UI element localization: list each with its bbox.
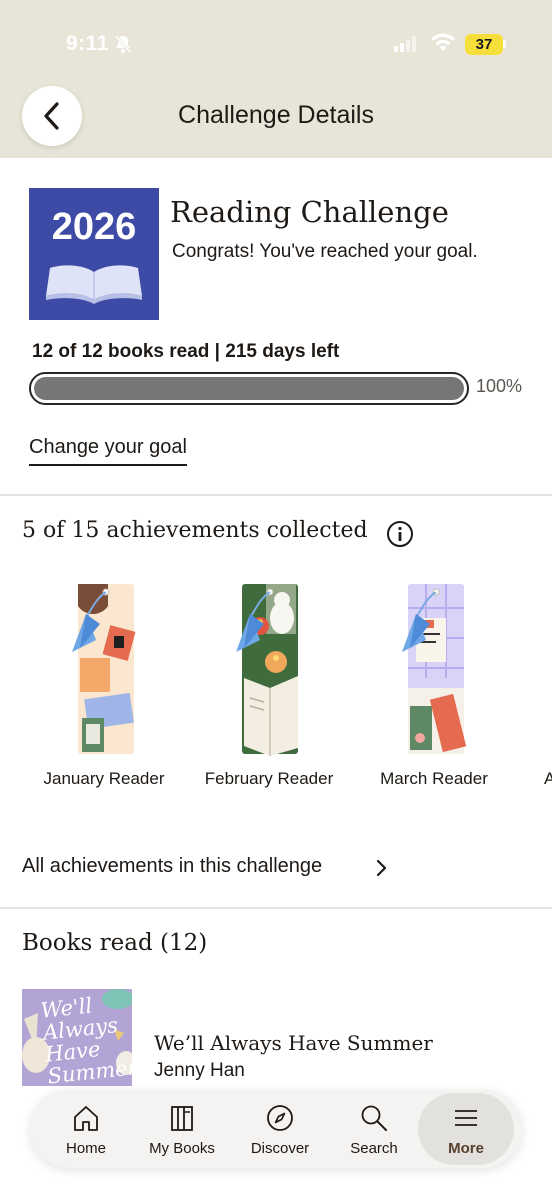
tab-label: More	[448, 1140, 484, 1157]
book-cover-title: We'll Always Have Summer	[39, 993, 132, 1089]
section-divider	[0, 494, 552, 496]
achievement-label-march: March Reader	[380, 769, 488, 788]
book-title[interactable]: We’ll Always Have Summer	[154, 1031, 433, 1055]
badge-year: 2026	[51, 206, 137, 248]
tab-label: Home	[65, 1140, 106, 1157]
info-icon[interactable]	[386, 520, 414, 553]
silent-mode-icon	[114, 34, 132, 59]
tab-label: Discover	[250, 1140, 310, 1157]
achievement-badge-january[interactable]	[66, 578, 146, 758]
tab-label: Search	[350, 1140, 398, 1157]
progress-bar-fill	[34, 377, 464, 400]
progress-percent: 100%	[476, 376, 523, 396]
bookmark-january-image	[72, 584, 136, 754]
bottom-tab-bar: Home My Books Discover Search More	[30, 1090, 522, 1168]
chevron-right-icon[interactable]	[374, 858, 390, 883]
books-read-title: Books read (12)	[22, 930, 208, 956]
battery-tip	[503, 40, 506, 48]
tab-discover[interactable]: Discover	[232, 1090, 328, 1168]
section-divider	[0, 907, 552, 909]
tab-home[interactable]: Home	[38, 1090, 134, 1168]
books-icon	[171, 1106, 193, 1131]
battery-indicator: 37	[465, 34, 503, 55]
page-title: Challenge Details	[178, 101, 374, 129]
progress-summary: 12 of 12 books read | 215 days left	[32, 341, 340, 362]
status-time: 9:11	[66, 32, 109, 55]
bookmark-march-image	[402, 584, 467, 754]
cellular-signal-icon	[394, 36, 418, 57]
progress-bar	[29, 372, 469, 405]
search-icon	[361, 1105, 387, 1131]
bookmark-february-image	[236, 584, 298, 756]
compass-icon	[267, 1105, 293, 1131]
achievement-badge-february[interactable]	[230, 578, 310, 758]
achievement-badge-march[interactable]	[396, 578, 476, 758]
tab-my-books[interactable]: My Books	[134, 1090, 230, 1168]
achievement-label-clipped: A	[544, 769, 552, 788]
home-icon	[74, 1106, 98, 1131]
book-author[interactable]: Jenny Han	[154, 1060, 245, 1082]
tab-label: My Books	[149, 1140, 215, 1157]
top-bar: 9:11 37 Challenge Details	[0, 0, 552, 158]
all-achievements-link[interactable]: All achievements in this challenge	[22, 855, 322, 878]
achievements-title: 5 of 15 achievements collected	[22, 518, 368, 543]
achievement-label-january: January Reader	[43, 769, 165, 788]
open-book-icon	[46, 265, 142, 304]
book-cover[interactable]: We'll Always Have Summer	[22, 989, 132, 1089]
change-goal-link[interactable]: Change your goal	[29, 436, 187, 466]
challenge-title: Reading Challenge	[170, 195, 449, 229]
challenge-message: Congrats! You've reached your goal.	[172, 241, 478, 262]
menu-icon	[455, 1110, 477, 1126]
tab-search[interactable]: Search	[326, 1090, 422, 1168]
achievement-label-february: February Reader	[204, 769, 334, 788]
challenge-year-badge: 2026	[29, 188, 159, 320]
wifi-icon	[430, 33, 456, 58]
tab-more[interactable]: More	[418, 1093, 514, 1165]
